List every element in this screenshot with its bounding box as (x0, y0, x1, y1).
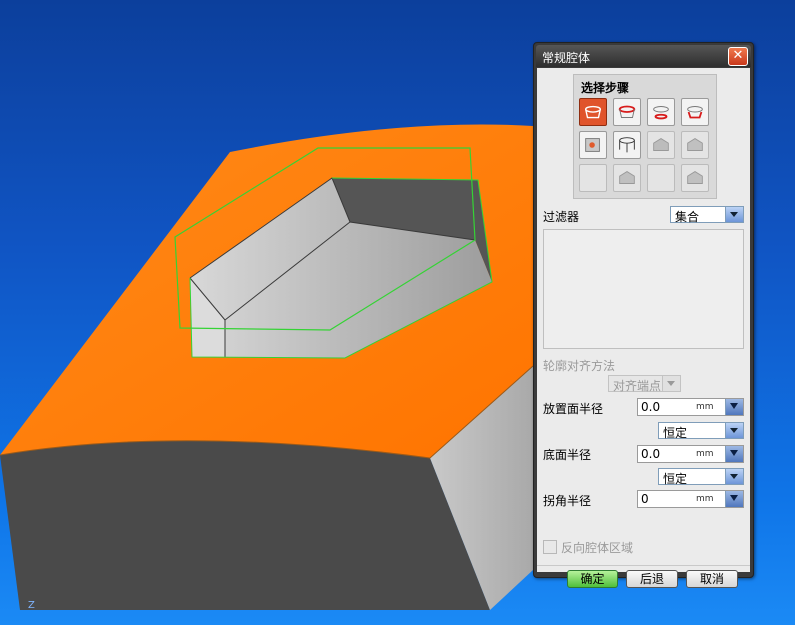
step-button-8[interactable] (681, 131, 709, 159)
divider (537, 565, 750, 566)
placement-radius-label: 放置面半径 (543, 402, 604, 416)
floor-radius-unit: mm (696, 449, 714, 459)
placement-radius-input[interactable]: 0.0 mm (637, 398, 744, 416)
placement-radius-value: 0.0 (641, 400, 661, 414)
cancel-button[interactable]: 取消 (686, 570, 738, 588)
chevron-down-icon[interactable] (662, 376, 680, 391)
floor-radius-value: 0.0 (641, 447, 661, 461)
filter-label: 过滤器 (543, 210, 580, 224)
corner-radius-label: 拐角半径 (543, 494, 592, 508)
floor-radius-mode-select[interactable]: 恒定 (658, 468, 744, 486)
step-button-6[interactable] (613, 131, 641, 159)
step-button-12[interactable] (681, 164, 709, 192)
regular-cavity-dialog[interactable]: 常规腔体 ✕ 选择步骤 过滤器 集合 轮廓对齐方法 对齐端点 放置面半径 0.0… (533, 42, 754, 588)
step-button-5[interactable] (579, 131, 607, 159)
placement-radius-mode-select[interactable]: 恒定 (658, 422, 744, 440)
filter-select[interactable]: 集合 (670, 206, 744, 224)
corner-radius-value: 0 (641, 492, 649, 506)
selection-steps-group: 选择步骤 (573, 74, 717, 199)
floor-radius-input[interactable]: 0.0 mm (637, 445, 744, 463)
step-button-7[interactable] (647, 131, 675, 159)
back-button[interactable]: 后退 (626, 570, 678, 588)
alignment-label: 轮廓对齐方法 (543, 359, 616, 373)
placement-radius-unit: mm (696, 402, 714, 412)
dialog-title: 常规腔体 (542, 51, 591, 65)
arrow-down-icon[interactable] (725, 399, 743, 415)
close-button[interactable]: ✕ (728, 47, 748, 66)
step-button-10[interactable] (613, 164, 641, 192)
chevron-down-icon[interactable] (725, 469, 743, 484)
chevron-down-icon[interactable] (725, 207, 743, 222)
floor-radius-mode: 恒定 (663, 472, 688, 486)
steps-title: 选择步骤 (581, 81, 630, 95)
ok-button[interactable]: 确定 (567, 570, 618, 588)
step-button-11[interactable] (647, 164, 675, 192)
block-front-face (0, 440, 490, 610)
corner-radius-unit: mm (696, 494, 714, 504)
checkbox-box[interactable] (543, 540, 557, 554)
dialog-titlebar[interactable]: 常规腔体 ✕ (536, 45, 751, 67)
step-button-9[interactable] (579, 164, 607, 192)
step-button-4[interactable] (681, 98, 709, 126)
filter-value: 集合 (675, 210, 700, 224)
dialog-body: 选择步骤 过滤器 集合 轮廓对齐方法 对齐端点 放置面半径 0.0 mm 恒定 … (537, 68, 750, 588)
corner-radius-input[interactable]: 0 mm (637, 490, 744, 508)
floor-radius-label: 底面半径 (543, 448, 592, 462)
alignment-select[interactable]: 对齐端点 (608, 375, 681, 393)
step-button-3[interactable] (647, 98, 675, 126)
close-icon: ✕ (732, 48, 744, 63)
selection-list[interactable] (543, 229, 744, 349)
chevron-down-icon[interactable] (725, 423, 743, 438)
axis-triad-label: Z (28, 600, 35, 611)
step-button-1[interactable] (579, 98, 607, 126)
arrow-down-icon[interactable] (725, 491, 743, 507)
arrow-down-icon[interactable] (725, 446, 743, 462)
reverse-cavity-label: 反向腔体区域 (561, 541, 634, 555)
step-button-2[interactable] (613, 98, 641, 126)
alignment-value: 对齐端点 (613, 379, 662, 393)
placement-radius-mode: 恒定 (663, 426, 688, 440)
